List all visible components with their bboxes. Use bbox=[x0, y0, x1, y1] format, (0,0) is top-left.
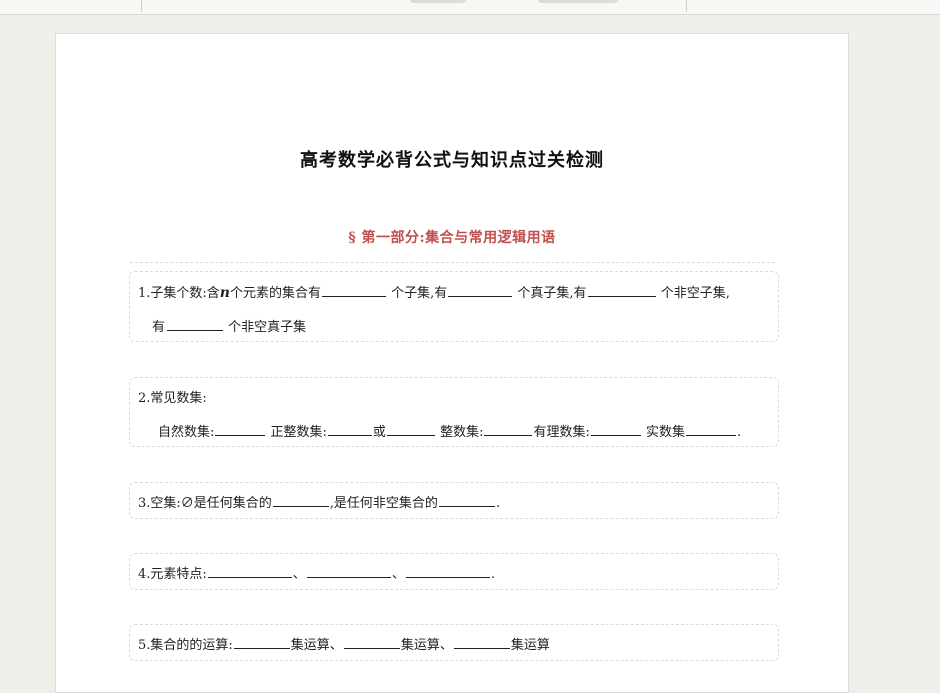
q3-mid: ,是任何非空集合的 bbox=[329, 496, 438, 511]
toolbar-button[interactable] bbox=[538, 0, 618, 3]
q3-prefix: 3.空集:∅是任何集合的 bbox=[138, 496, 272, 511]
answer-blank[interactable] bbox=[405, 565, 490, 578]
answer-blank[interactable] bbox=[207, 565, 292, 578]
question-4-line: 4.元素特点: 、 、. bbox=[138, 563, 495, 582]
q1-prefix: 1.子集个数:含 bbox=[138, 286, 220, 301]
answer-blank[interactable] bbox=[686, 423, 737, 436]
toolbar-separator bbox=[686, 0, 687, 12]
question-1: 1.子集个数:含n个元素的集合有 个子集,有 个真子集,有 个非空子集, 有 个… bbox=[129, 271, 779, 342]
q2-posint-label: 正整数集: bbox=[270, 425, 327, 440]
question-2: 2.常见数集: 自然数集: 正整数集: 或 整数集: 有理数集: 实数集. bbox=[129, 377, 779, 447]
answer-blank[interactable] bbox=[327, 423, 372, 436]
question-2-title: 2.常见数集: bbox=[138, 391, 207, 406]
answer-blank[interactable] bbox=[438, 494, 495, 507]
question-3-line: 3.空集:∅是任何集合的 ,是任何非空集合的. bbox=[138, 492, 500, 511]
answer-blank[interactable] bbox=[386, 423, 435, 436]
q1-text-5: 有 bbox=[152, 320, 166, 335]
q4-prefix: 4.元素特点: bbox=[138, 567, 207, 582]
q2-real-label: 实数集 bbox=[646, 425, 686, 440]
answer-blank[interactable] bbox=[167, 318, 224, 331]
q3-end: . bbox=[495, 496, 501, 511]
question-3: 3.空集:∅是任何集合的 ,是任何非空集合的. bbox=[129, 482, 779, 519]
q1-text-6: 个非空真子集 bbox=[228, 320, 307, 335]
answer-blank[interactable] bbox=[343, 636, 400, 649]
question-1-line-2: 有 个非空真子集 bbox=[152, 316, 306, 335]
answer-blank[interactable] bbox=[587, 284, 656, 297]
section-divider bbox=[130, 262, 775, 263]
q2-end: . bbox=[737, 425, 742, 440]
answer-blank[interactable] bbox=[306, 565, 391, 578]
q5-op-last: 集运算 bbox=[510, 638, 550, 653]
document-page: 高考数学必背公式与知识点过关检测 § 第一部分:集合与常用逻辑用语 1.子集个数… bbox=[55, 33, 849, 693]
answer-blank[interactable] bbox=[448, 284, 513, 297]
q1-text-4: 个非空子集, bbox=[660, 286, 730, 301]
q2-rational-label: 有理数集: bbox=[533, 425, 590, 440]
q2-natural-label: 自然数集: bbox=[158, 425, 215, 440]
q1-text-3: 个真子集,有 bbox=[517, 286, 587, 301]
q4-sep: 、 bbox=[292, 567, 306, 582]
q4-sep: 、 bbox=[391, 567, 405, 582]
top-toolbar bbox=[0, 0, 940, 15]
answer-blank[interactable] bbox=[322, 284, 386, 297]
q1-variable: n bbox=[219, 285, 230, 301]
page-title: 高考数学必背公式与知识点过关检测 bbox=[300, 150, 604, 171]
answer-blank[interactable] bbox=[215, 423, 266, 436]
q4-end: . bbox=[490, 567, 495, 582]
question-5-line: 5.集合的的运算: 集运算、 集运算、 集运算 bbox=[138, 634, 550, 653]
question-4: 4.元素特点: 、 、. bbox=[129, 553, 779, 590]
q1-text-1: 个元素的集合有 bbox=[229, 286, 321, 301]
answer-blank[interactable] bbox=[453, 636, 510, 649]
q2-integer-label: 整数集: bbox=[440, 425, 484, 440]
q2-or-label: 或 bbox=[372, 425, 386, 440]
toolbar-button[interactable] bbox=[410, 0, 466, 3]
question-1-line-1: 1.子集个数:含n个元素的集合有 个子集,有 个真子集,有 个非空子集, bbox=[138, 282, 730, 301]
q5-op: 集运算、 bbox=[400, 638, 453, 653]
q5-op: 集运算、 bbox=[290, 638, 343, 653]
toolbar-separator bbox=[141, 0, 142, 12]
question-5: 5.集合的的运算: 集运算、 集运算、 集运算 bbox=[129, 624, 779, 661]
q1-text-2: 个子集,有 bbox=[391, 286, 448, 301]
answer-blank[interactable] bbox=[233, 636, 290, 649]
answer-blank[interactable] bbox=[484, 423, 533, 436]
q5-prefix: 5.集合的的运算: bbox=[138, 638, 233, 653]
answer-blank[interactable] bbox=[590, 423, 641, 436]
answer-blank[interactable] bbox=[272, 494, 329, 507]
question-2-line-2: 自然数集: 正整数集: 或 整数集: 有理数集: 实数集. bbox=[158, 421, 741, 440]
section-heading: § 第一部分:集合与常用逻辑用语 bbox=[348, 230, 556, 246]
